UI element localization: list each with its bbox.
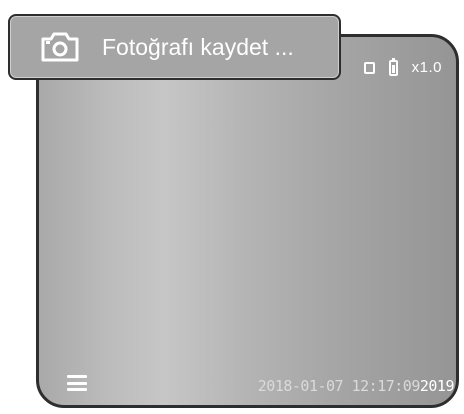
timestamp-overflow-text: 2019 [419,377,455,395]
toast-message: Fotoğrafı kaydet ... [102,33,294,60]
menu-icon[interactable] [67,375,87,391]
camera-icon [41,32,79,62]
sd-card-icon [363,61,375,74]
timestamp-text: 2018-01-07 12:17:09 [257,377,421,395]
status-bar: x1.0 [363,57,442,76]
battery-icon [388,57,398,76]
zoom-level: x1.0 [411,59,442,76]
camera-viewfinder: x1.0 2018-01-07 12:17:092019 [36,34,459,408]
date-time-stamp: 2018-01-07 12:17:092019 [257,377,455,395]
save-photo-toast: Fotoğrafı kaydet ... [8,14,341,80]
